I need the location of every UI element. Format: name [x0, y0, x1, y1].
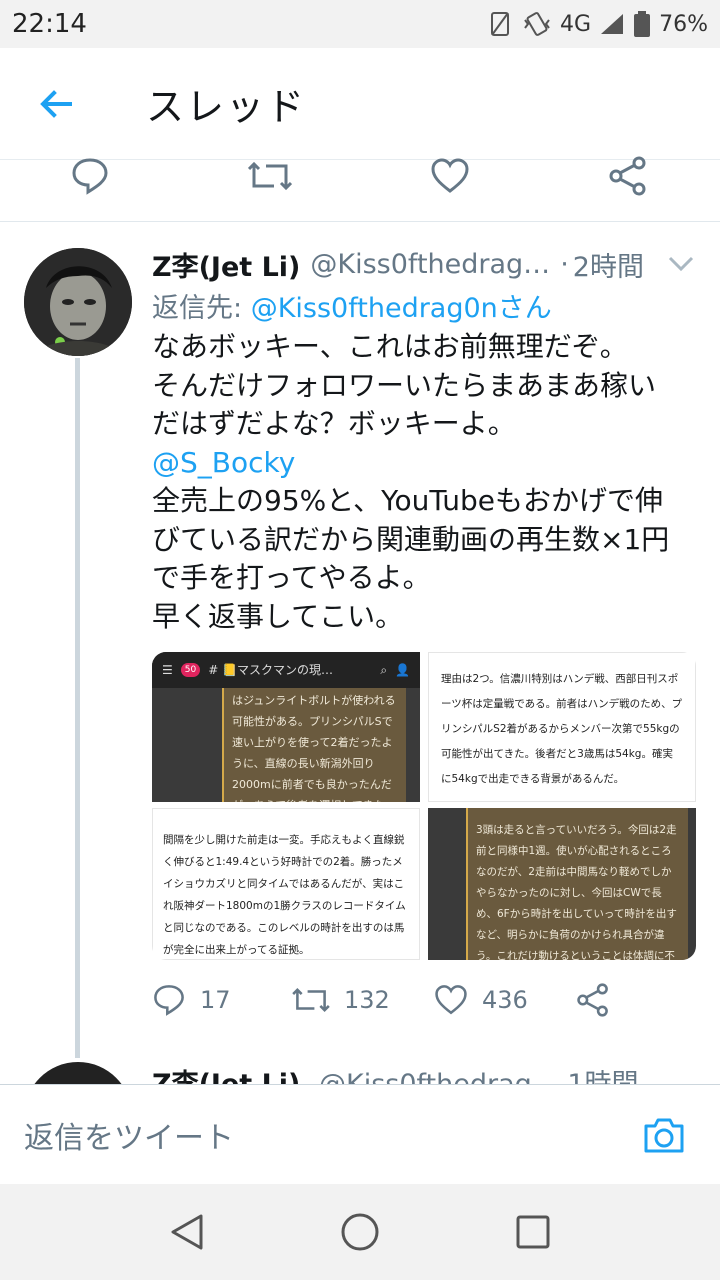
avatar-image — [24, 248, 132, 356]
media-text: 間隔を少し開けた前走は一変。手応えもよく直線鋭く伸びると1:49.4という好時計… — [163, 834, 406, 956]
nav-home-button[interactable] — [330, 1202, 390, 1262]
tweet[interactable]: Z李(Jet Li) @Kiss0fthedrag… · 2時間 返信先: @K… — [0, 222, 720, 1084]
status-time: 22:14 — [12, 9, 87, 39]
tweet-text-line: なあボッキー、これはお前無理だぞ。 — [152, 330, 628, 363]
square-recents-icon — [516, 1215, 550, 1249]
reply-bar: 返信をツイート — [0, 1084, 720, 1184]
media-image-4[interactable]: 3頭は走ると言っていいだろう。今回は2走前と同様中1週。使いが心配されるところな… — [428, 808, 696, 960]
media-grid: ☰ 50 # 📒マスクマンの現… ⌕ 👤 はジュンライトボルトが使われる可能性が… — [152, 652, 696, 960]
share-icon[interactable] — [608, 156, 648, 196]
tweet-actions: 17 132 436 — [152, 978, 708, 1022]
retweet-count: 132 — [344, 986, 390, 1014]
retweet-button[interactable]: 132 — [292, 983, 390, 1017]
battery-percent: 76% — [659, 11, 708, 37]
arrow-left-icon — [40, 89, 72, 118]
system-nav-bar — [0, 1184, 720, 1280]
media-text: 理由は2つ。信濃川特別はハンデ戦、西部日刊スポーツ杯は定量戦である。前者はハンデ… — [441, 673, 683, 785]
separator-dot: · — [560, 248, 569, 280]
nav-back-button[interactable] — [157, 1202, 217, 1262]
avatar — [24, 1062, 132, 1084]
media-app-bar: ☰ 50 # 📒マスクマンの現… ⌕ 👤 — [152, 652, 420, 688]
search-icon: ⌕ — [380, 663, 388, 677]
notification-badge: 50 — [180, 663, 201, 677]
tweet-text: なあボッキー、これはお前無理だぞ。 そんだけフォロワーいたらまあまあ稼い だはず… — [152, 328, 708, 636]
chevron-down-icon[interactable] — [668, 256, 694, 272]
nav-recents-button[interactable] — [503, 1202, 563, 1262]
camera-icon — [644, 1118, 684, 1152]
media-text: 3頭は走ると言っていいだろう。今回は2走前と同様中1週。使いが心配されるところな… — [466, 808, 688, 960]
tweet-text-line: びている訳だから関連動画の再生数×1円 — [152, 522, 670, 556]
screen-rotation-icon — [491, 12, 510, 36]
media-image-1[interactable]: ☰ 50 # 📒マスクマンの現… ⌕ 👤 はジュンライトボルトが使われる可能性が… — [152, 652, 420, 802]
reply-icon — [154, 985, 184, 1016]
battery-icon — [634, 11, 651, 37]
previous-tweet-actions — [0, 156, 720, 222]
members-icon: 👤 — [395, 663, 410, 677]
reply-button[interactable]: 17 — [152, 983, 231, 1017]
like-icon — [435, 985, 467, 1015]
like-button[interactable]: 436 — [434, 983, 528, 1017]
status-bar: 22:14 4G 76% — [0, 0, 720, 48]
reply-input[interactable]: 返信をツイート — [24, 1113, 624, 1157]
network-type: 4G — [560, 11, 592, 37]
triangle-back-icon — [171, 1214, 203, 1250]
avatar[interactable] — [24, 248, 132, 356]
reply-to-line: 返信先: @Kiss0fthedrag0nさん — [152, 286, 552, 325]
user-handle: @Kiss0fthedrag… — [319, 1069, 559, 1084]
share-button[interactable] — [576, 983, 610, 1017]
circle-home-icon — [341, 1213, 379, 1251]
like-count: 436 — [482, 986, 528, 1014]
reply-icon[interactable] — [70, 156, 110, 196]
user-handle[interactable]: @Kiss0fthedrag… — [310, 249, 550, 280]
tweet-time: 1時間 — [567, 1069, 638, 1084]
media-text: はジュンライトボルトが使われる可能性がある。プリンシパルSで速い上がりを使って2… — [222, 688, 406, 802]
channel-name: # 📒マスクマンの現… — [208, 663, 334, 677]
display-name: Z李(Jet Li) — [152, 1069, 300, 1084]
signal-icon — [601, 14, 624, 34]
like-icon[interactable] — [430, 156, 470, 196]
menu-icon: ☰ — [162, 663, 173, 677]
next-tweet-header: Z李(Jet Li) @Kiss0fthedrag… 1時間 — [152, 1062, 639, 1084]
vibrate-icon — [524, 12, 550, 36]
media-image-3[interactable]: 間隔を少し開けた前走は一変。手応えもよく直線鋭く伸びると1:49.4という好時計… — [152, 808, 420, 960]
header: スレッド — [0, 48, 720, 160]
display-name[interactable]: Z李(Jet Li) — [152, 245, 300, 284]
reply-to-prefix: 返信先: — [152, 293, 243, 324]
camera-button[interactable] — [624, 1095, 704, 1175]
retweet-icon — [292, 987, 330, 1013]
tweet-text-line: だはずだよな？ボッキーよ。 — [152, 407, 516, 440]
reply-count: 17 — [200, 986, 231, 1014]
mention-link[interactable]: @S_Bocky — [152, 444, 708, 483]
back-button[interactable] — [0, 48, 112, 160]
media-image-2[interactable]: 理由は2つ。信濃川特別はハンデ戦、西部日刊スポーツ杯は定量戦である。前者はハンデ… — [428, 652, 696, 802]
tweet-text-line: で手を打ってやるよ。 — [152, 561, 431, 594]
status-icons: 4G 76% — [486, 10, 708, 38]
page-title: スレッド — [146, 85, 307, 129]
share-icon — [577, 983, 608, 1017]
thread-line — [75, 358, 80, 1058]
tweet-time: 2時間 — [572, 251, 644, 283]
tweet-text-line: そんだけフォロワーいたらまあまあ稼い — [152, 368, 657, 402]
tweet-text-line: 早く返事してこい。 — [152, 599, 404, 633]
reply-to-link[interactable]: @Kiss0fthedrag0nさん — [251, 293, 552, 324]
tweet-header: Z李(Jet Li) @Kiss0fthedrag… · 2時間 — [152, 244, 704, 284]
next-tweet-peek[interactable]: Z李(Jet Li) @Kiss0fthedrag… 1時間 — [0, 1060, 720, 1084]
tweet-text-line: 全売上の95%と、YouTubeもおかげで伸 — [152, 484, 663, 517]
retweet-icon[interactable] — [248, 156, 292, 196]
